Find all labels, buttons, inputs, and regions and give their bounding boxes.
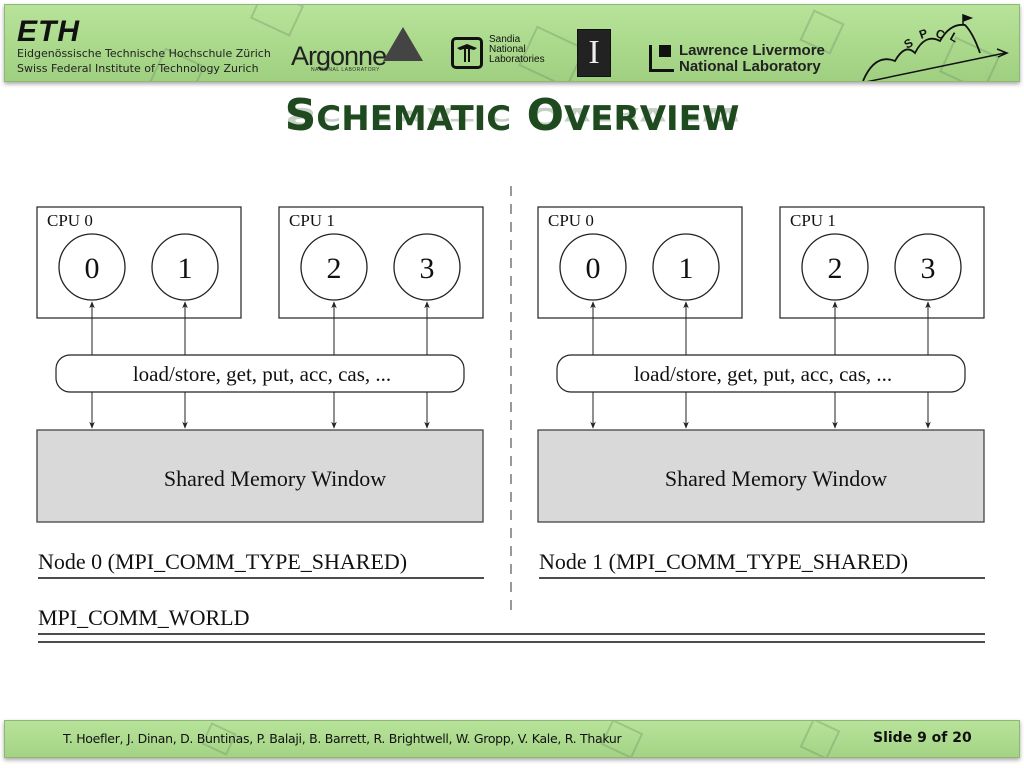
node-comm-label: Node 0 (MPI_COMM_TYPE_SHARED) bbox=[38, 549, 407, 574]
schematic-diagram: CPU 0 0 1 CPU 1 2 3 load/store, get, put, acc,… bbox=[36, 186, 985, 643]
shared-memory-window-label: Shared Memory Window bbox=[164, 466, 386, 491]
cpu-label: CPU 0 bbox=[47, 211, 93, 230]
decorative-square bbox=[799, 721, 841, 757]
footer-authors: T. Hoefler, J. Dinan, D. Buntinas, P. Ba… bbox=[63, 731, 622, 746]
operations-label: load/store, get, put, acc, cas, ... bbox=[634, 362, 892, 386]
node-1: CPU 0 0 1 CPU 1 2 3 load/store, get, put, acc,… bbox=[537, 206, 985, 579]
operations-label: load/store, get, put, acc, cas, ... bbox=[133, 362, 391, 386]
node-comm-label: Node 1 (MPI_COMM_TYPE_SHARED) bbox=[539, 549, 908, 574]
rank-number: 2 bbox=[327, 252, 342, 285]
rank-number: 3 bbox=[420, 252, 435, 285]
rank-number: 0 bbox=[85, 252, 100, 285]
rank-number: 1 bbox=[178, 252, 193, 285]
cpu-label: CPU 0 bbox=[548, 211, 594, 230]
rank-number: 0 bbox=[586, 252, 601, 285]
node-0: CPU 0 0 1 CPU 1 2 3 load/store, get, put, acc,… bbox=[36, 206, 484, 579]
shared-memory-window-label: Shared Memory Window bbox=[665, 466, 887, 491]
rank-number: 1 bbox=[679, 252, 694, 285]
cpu-label: CPU 1 bbox=[289, 211, 335, 230]
cpu-label: CPU 1 bbox=[790, 211, 836, 230]
rank-number: 3 bbox=[921, 252, 936, 285]
rank-number: 2 bbox=[828, 252, 843, 285]
world-comm-label: MPI_COMM_WORLD bbox=[38, 605, 249, 630]
slide-number: Slide 9 of 20 bbox=[873, 730, 972, 746]
footer-bar: T. Hoefler, J. Dinan, D. Buntinas, P. Ba… bbox=[4, 720, 1020, 758]
